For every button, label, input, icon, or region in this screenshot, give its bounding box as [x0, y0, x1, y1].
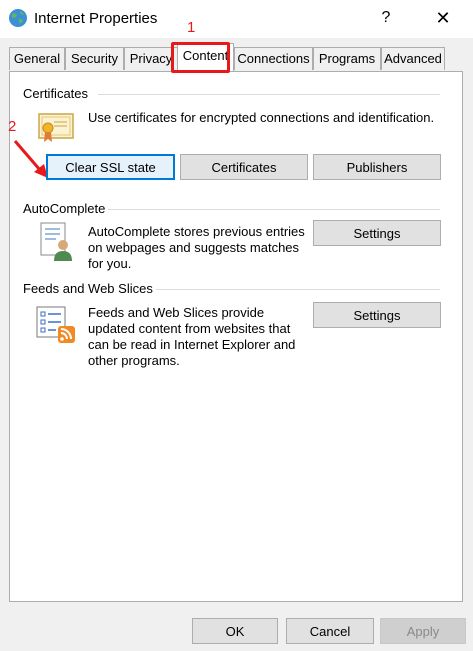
- feeds-settings-button[interactable]: Settings: [313, 302, 441, 328]
- annotation-step-1: 1: [187, 19, 196, 36]
- tab-privacy[interactable]: Privacy: [124, 47, 178, 70]
- feeds-description-line: Feeds and Web Slices provide: [88, 305, 265, 320]
- feeds-separator: [156, 289, 440, 290]
- annotation-arrow-icon: [12, 138, 50, 180]
- feeds-description: Feeds and Web Slices provide updated con…: [88, 305, 295, 369]
- tab-programs[interactable]: Programs: [313, 47, 381, 70]
- feeds-description-line: updated content from websites that: [88, 321, 291, 336]
- certificates-description: Use certificates for encrypted connectio…: [88, 110, 435, 125]
- tab-advanced[interactable]: Advanced: [381, 47, 445, 70]
- feeds-description-line: other programs.: [88, 353, 180, 368]
- clear-ssl-state-button[interactable]: Clear SSL state: [46, 154, 175, 180]
- ok-button[interactable]: OK: [192, 618, 278, 644]
- rss-feed-icon: [36, 306, 78, 344]
- help-button[interactable]: ?: [372, 4, 400, 32]
- feeds-section-title: Feeds and Web Slices: [23, 281, 153, 296]
- feeds-description-line: can be read in Internet Explorer and: [88, 337, 296, 352]
- autocomplete-description-line: AutoComplete stores previous entries: [88, 224, 305, 239]
- window-title: Internet Properties: [34, 10, 158, 27]
- autocomplete-description-line: for you.: [88, 256, 132, 271]
- certificates-separator: [98, 94, 440, 95]
- publishers-button[interactable]: Publishers: [313, 154, 441, 180]
- annotation-step-2: 2: [8, 118, 17, 135]
- autocomplete-user-icon: [40, 222, 74, 262]
- tab-general[interactable]: General: [9, 47, 65, 70]
- cancel-button[interactable]: Cancel: [286, 618, 374, 644]
- autocomplete-description-line: on webpages and suggests matches: [88, 240, 300, 255]
- globe-icon: [8, 8, 28, 28]
- close-button[interactable]: ✕: [428, 4, 458, 32]
- certificates-button[interactable]: Certificates: [180, 154, 308, 180]
- autocomplete-section-title: AutoComplete: [23, 201, 106, 216]
- tab-security[interactable]: Security: [65, 47, 124, 70]
- autocomplete-settings-button[interactable]: Settings: [313, 220, 441, 246]
- autocomplete-description: AutoComplete stores previous entries on …: [88, 224, 305, 272]
- apply-button[interactable]: Apply: [380, 618, 466, 644]
- autocomplete-separator: [108, 209, 440, 210]
- content-tab-highlight: [171, 42, 230, 73]
- tab-connections[interactable]: Connections: [234, 47, 313, 70]
- certificates-section-title: Certificates: [23, 86, 89, 101]
